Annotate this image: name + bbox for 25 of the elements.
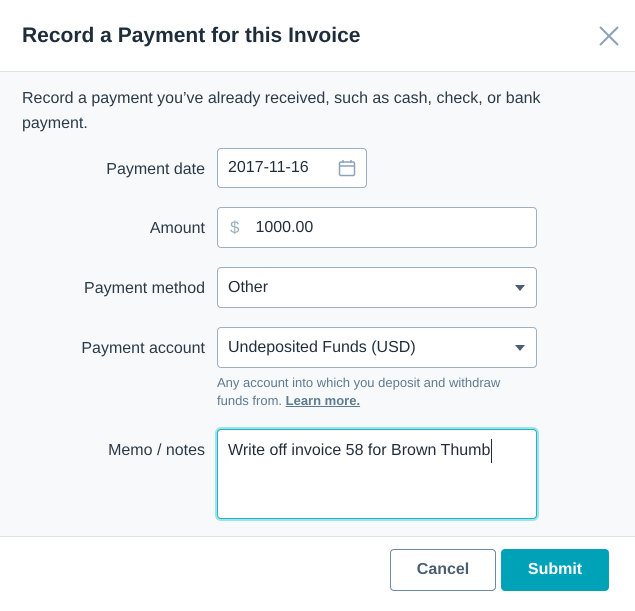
field-label: Memo / notes (108, 441, 205, 461)
calendar-icon (338, 159, 356, 177)
date-value: 2017-11-16 (228, 158, 309, 178)
caret-icon (515, 284, 525, 290)
field-label: Payment account (81, 339, 205, 359)
dropdown-field[interactable]: Other (217, 267, 537, 308)
dropdown-field[interactable]: Undeposited Funds (USD) (217, 327, 537, 368)
currency-symbol: $ (230, 216, 240, 239)
field-label: Payment date (106, 160, 205, 180)
description-text: Record a payment you’ve already received, such as cash, check, or bank payment. (22, 89, 542, 134)
selected-option: Other (228, 276, 268, 300)
cancel-button[interactable]: Cancel (390, 549, 496, 591)
memo-text: Write off invoice 58 for Brown Thumb (228, 439, 492, 463)
learn-more-link[interactable]: Learn more. (286, 393, 360, 408)
field-label: Amount (150, 219, 205, 239)
selected-option: Undeposited Funds (USD) (228, 336, 416, 360)
caret-icon (515, 344, 525, 350)
memo-field[interactable]: Write off invoice 58 for Brown Thumb (217, 429, 537, 519)
help-text: Any account into which you deposit and withdraw funds from. Learn more. (217, 374, 502, 410)
input-field[interactable]: 2017-11-16 (217, 148, 367, 188)
close-icon[interactable] (599, 26, 619, 46)
dialog-title: Record a Payment for this Invoice (22, 22, 360, 49)
input-field[interactable]: $ 1000.00 (217, 207, 537, 248)
field-label: Payment method (84, 279, 205, 299)
amount-value: 1000.00 (255, 218, 314, 238)
